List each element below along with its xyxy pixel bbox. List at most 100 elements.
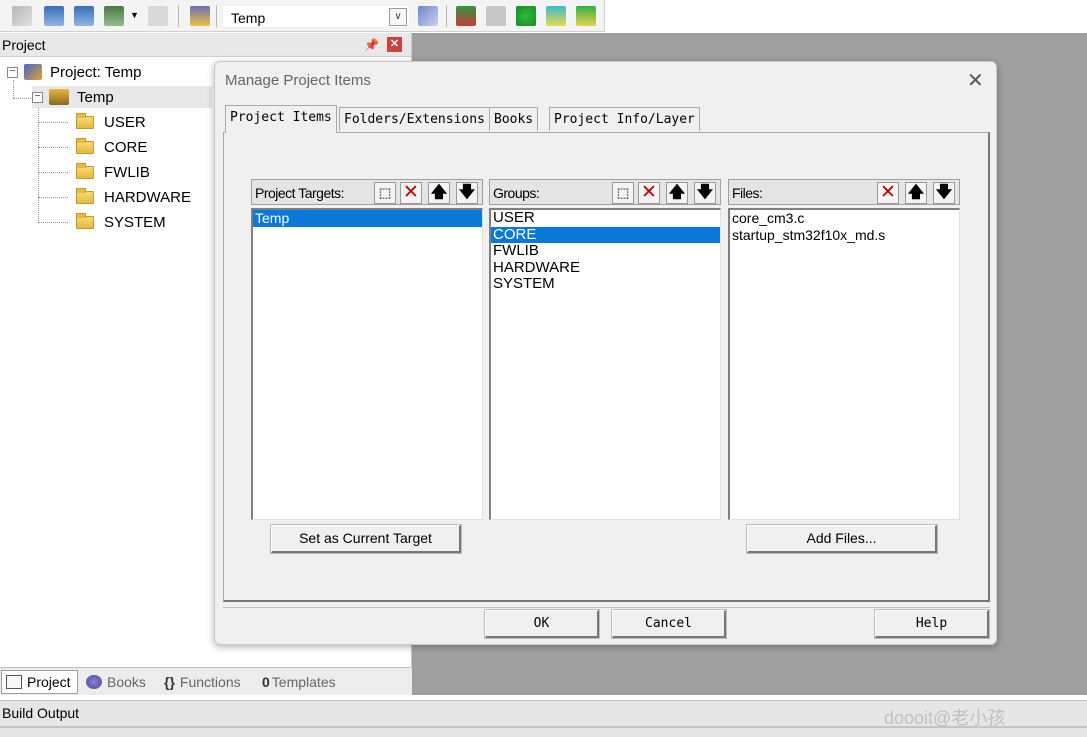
move-file-down-button[interactable]: 🡇: [933, 182, 955, 204]
tree-item-label: Temp: [77, 88, 114, 106]
move-group-up-button[interactable]: 🡅: [666, 182, 688, 204]
cancel-button[interactable]: Cancel: [611, 609, 727, 639]
folder-icon: [76, 137, 94, 154]
build-icon[interactable]: [44, 6, 64, 26]
tree-item-label: Project: Temp: [50, 63, 142, 81]
tab-project[interactable]: Project: [1, 670, 78, 694]
chevron-down-icon[interactable]: ∨: [389, 8, 407, 26]
tree-connector: [38, 147, 68, 148]
tree-item-group[interactable]: SYSTEM: [76, 211, 166, 233]
tab-books[interactable]: Books: [86, 670, 146, 694]
pin-icon[interactable]: 📌: [364, 38, 379, 52]
new-target-button[interactable]: ⬚: [374, 182, 396, 204]
close-icon[interactable]: ✕: [387, 37, 402, 52]
chevron-down-icon[interactable]: ▼: [130, 10, 139, 20]
tree-item-group[interactable]: HARDWARE: [76, 186, 191, 208]
load-icon[interactable]: [190, 6, 210, 26]
manage-run-time-icon[interactable]: [576, 6, 596, 26]
target-icon: [49, 89, 69, 105]
collapse-icon[interactable]: −: [32, 91, 43, 103]
target-select[interactable]: Temp ∨: [222, 5, 410, 28]
pack-installer-icon[interactable]: [546, 6, 566, 26]
tab-project-info-layer[interactable]: Project Info/Layer: [549, 107, 700, 131]
ok-button[interactable]: OK: [484, 609, 600, 639]
tree-connector: [38, 122, 68, 123]
tree-item-project[interactable]: − Project: Temp: [7, 61, 141, 83]
tab-label: Functions: [179, 674, 241, 690]
folder-icon: [76, 212, 94, 229]
tab-books[interactable]: Books: [489, 107, 539, 131]
groups-list[interactable]: USER CORE FWLIB HARDWARE SYSTEM: [489, 208, 721, 520]
select-packs-icon[interactable]: [516, 6, 536, 26]
manage-project-items-dialog: Manage Project Items ✕ Project Items Fol…: [214, 61, 997, 645]
files-list[interactable]: core_cm3.c startup_stm32f10x_md.s: [728, 208, 960, 520]
toolbar-separator: [216, 5, 217, 27]
books-icon: [86, 675, 102, 689]
project-panel-tabs: Project Books {} Functions 0 Templates: [0, 667, 412, 695]
dialog-divider: [223, 607, 990, 608]
translate-icon[interactable]: [12, 6, 32, 26]
rebuild-icon[interactable]: [74, 6, 94, 26]
tree-connector: [13, 98, 33, 99]
list-item[interactable]: startup_stm32f10x_md.s: [730, 227, 959, 244]
tree-item-label: FWLIB: [104, 163, 150, 181]
help-button[interactable]: Help: [874, 609, 990, 639]
tree-connector: [38, 197, 68, 198]
new-group-button[interactable]: ⬚: [612, 182, 634, 204]
manage-components-icon[interactable]: [456, 6, 476, 26]
tab-label: Books: [107, 674, 146, 690]
list-item[interactable]: HARDWARE: [491, 259, 720, 277]
groups-header: Groups: ⬚ ✕ 🡅 🡇: [489, 179, 721, 205]
tree-connector: [38, 172, 68, 173]
build-output-title: Build Output: [2, 705, 80, 721]
groups-label: Groups:: [493, 185, 540, 201]
watermark: doooit@老小孩: [884, 708, 1006, 728]
list-item[interactable]: FWLIB: [491, 243, 720, 260]
move-file-up-button[interactable]: 🡅: [905, 182, 927, 204]
functions-icon: {}: [164, 674, 175, 690]
close-icon[interactable]: ✕: [967, 71, 984, 91]
tab-label: Project Info/Layer: [554, 112, 695, 127]
templates-icon: 0: [262, 674, 270, 690]
toolbar-separator: [178, 5, 179, 27]
target-options-icon[interactable]: [418, 6, 438, 26]
delete-target-button[interactable]: ✕: [400, 182, 422, 204]
target-select-value: Temp: [231, 10, 266, 26]
tab-folders-extensions[interactable]: Folders/Extensions: [339, 107, 490, 131]
project-tab-icon: [6, 675, 22, 689]
files-header: Files: ✕ 🡅 🡇: [728, 179, 960, 205]
list-item[interactable]: Temp: [253, 210, 482, 227]
tree-item-target[interactable]: − Temp: [32, 86, 212, 108]
folder-icon: [76, 112, 94, 129]
tab-functions[interactable]: {} Functions: [164, 670, 241, 694]
list-item[interactable]: SYSTEM: [491, 276, 720, 293]
tab-project-items[interactable]: Project Items: [225, 105, 337, 133]
files-label: Files:: [732, 185, 763, 201]
stop-build-icon[interactable]: [148, 6, 168, 26]
move-target-up-button[interactable]: 🡅: [428, 182, 450, 204]
batch-build-icon[interactable]: [104, 6, 124, 26]
add-files-button[interactable]: Add Files...: [746, 524, 938, 554]
file-extensions-icon[interactable]: [486, 6, 506, 26]
collapse-icon[interactable]: −: [7, 66, 18, 78]
tab-label: Project: [27, 674, 71, 690]
targets-list[interactable]: Temp: [251, 208, 483, 520]
targets-label: Project Targets:: [255, 185, 345, 201]
targets-header: Project Targets: ⬚ ✕ 🡅 🡇: [251, 179, 483, 205]
delete-group-button[interactable]: ✕: [638, 182, 660, 204]
move-target-down-button[interactable]: 🡇: [456, 182, 478, 204]
tree-item-group[interactable]: CORE: [76, 136, 147, 158]
list-item[interactable]: CORE: [491, 226, 720, 243]
list-item[interactable]: core_cm3.c: [730, 210, 959, 227]
tab-templates[interactable]: 0 Templates: [262, 670, 336, 694]
tab-label: Project Items: [230, 110, 332, 125]
move-group-down-button[interactable]: 🡇: [694, 182, 716, 204]
set-current-target-button[interactable]: Set as Current Target: [270, 524, 462, 554]
tree-item-group[interactable]: USER: [76, 111, 146, 133]
delete-file-button[interactable]: ✕: [877, 182, 899, 204]
project-panel-title: Project: [2, 37, 46, 53]
tree-item-group[interactable]: FWLIB: [76, 161, 150, 183]
list-item[interactable]: USER: [491, 210, 720, 227]
project-panel-header: Project 📌 ✕: [0, 33, 411, 57]
toolbar-separator: [446, 5, 447, 27]
